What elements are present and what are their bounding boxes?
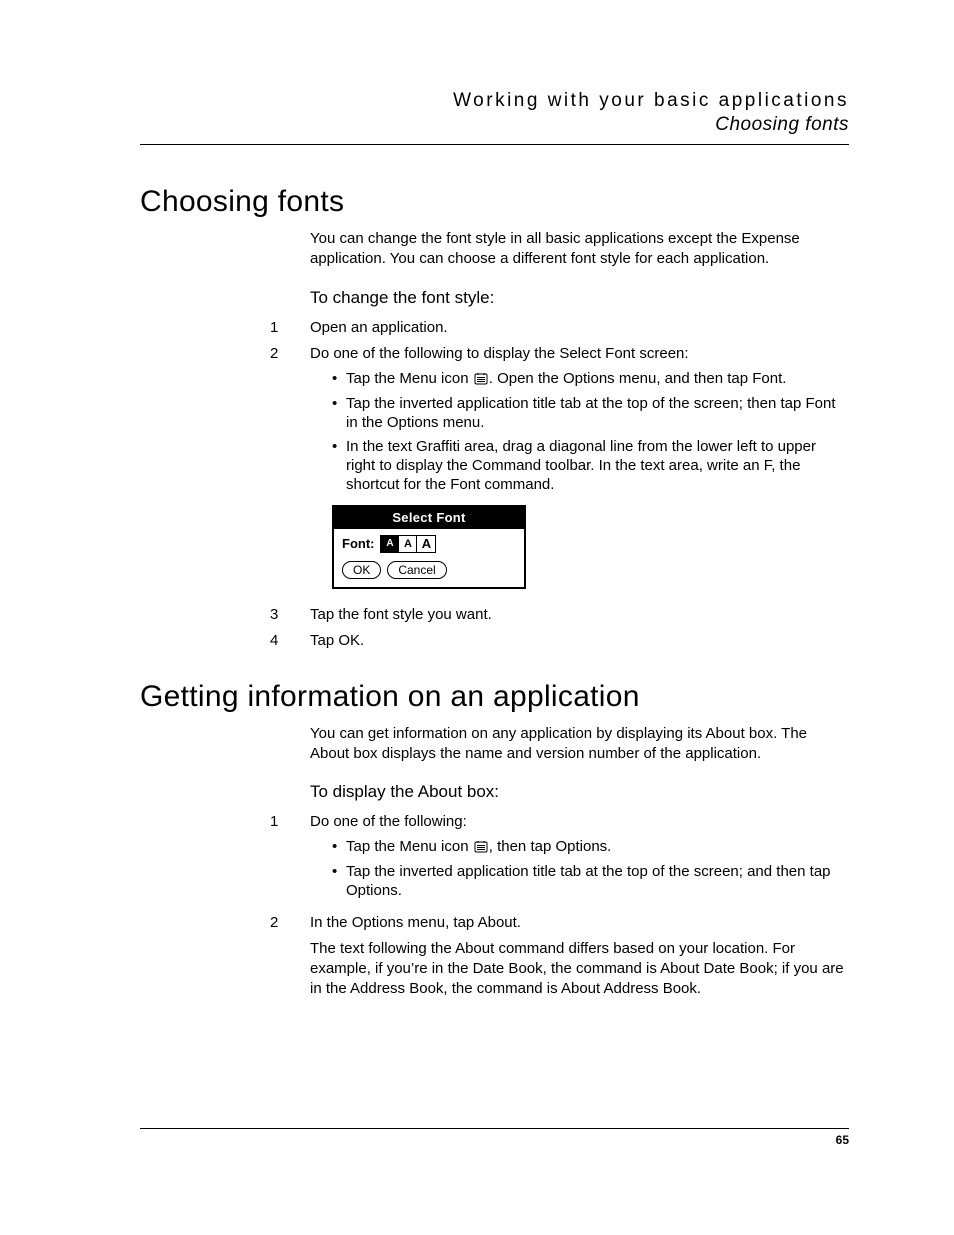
section1-intro: You can change the font style in all bas… — [310, 229, 849, 270]
step-text: Do one of the following: — [310, 813, 467, 830]
bullet-text: Tap the Menu icon — [346, 370, 473, 387]
step-body: In the Options menu, tap About. The text… — [310, 913, 849, 1000]
step: 3 Tap the font style you want. — [270, 605, 849, 625]
step-body: Tap the font style you want. — [310, 605, 849, 625]
step: 2 Do one of the following to display the… — [270, 344, 849, 599]
font-label: Font: — [342, 535, 374, 553]
step-explanation: The text following the About command dif… — [310, 939, 849, 1000]
list-item: Tap the inverted application title tab a… — [332, 863, 849, 901]
section-heading-choosing-fonts: Choosing fonts — [140, 185, 849, 219]
bullet-text: Tap the Menu icon — [346, 838, 473, 855]
list-item: Tap the Menu icon , then tap Options. — [332, 838, 849, 857]
font-options: A A A — [380, 535, 436, 553]
step-body: Tap OK. — [310, 631, 849, 651]
bullet-list: Tap the Menu icon , then tap Options. Ta… — [332, 838, 849, 900]
step-number: 1 — [270, 318, 310, 338]
section-heading-getting-info: Getting information on an application — [140, 680, 849, 714]
step-body: Do one of the following to display the S… — [310, 344, 849, 599]
footer-rule — [140, 1128, 849, 1129]
bullet-text: . Open the Options menu, and then tap Fo… — [489, 370, 787, 387]
step-number: 3 — [270, 605, 310, 625]
step-text: Do one of the following to display the S… — [310, 345, 689, 362]
font-option-small[interactable]: A — [381, 536, 399, 552]
page-footer: 65 — [140, 1128, 849, 1147]
step: 4 Tap OK. — [270, 631, 849, 651]
select-font-dialog: Select Font Font: A A A OK Can — [332, 505, 526, 590]
step-text: In the Options menu, tap About. — [310, 914, 521, 931]
cancel-button[interactable]: Cancel — [387, 561, 446, 579]
step: 2 In the Options menu, tap About. The te… — [270, 913, 849, 1000]
font-option-medium[interactable]: A — [399, 536, 417, 552]
ok-button[interactable]: OK — [342, 561, 381, 579]
section2-subhead: To display the About box: — [310, 782, 849, 802]
step-number: 1 — [270, 812, 310, 907]
step-body: Do one of the following: Tap the Menu ic… — [310, 812, 849, 907]
font-row: Font: A A A — [342, 535, 516, 553]
section2-steps: 1 Do one of the following: Tap the Menu … — [270, 812, 849, 1000]
bullet-text: , then tap Options. — [489, 838, 612, 855]
menu-icon — [474, 372, 488, 385]
running-head-chapter: Working with your basic applications — [140, 90, 849, 112]
step-number: 2 — [270, 344, 310, 599]
step-body: Open an application. — [310, 318, 849, 338]
font-option-large[interactable]: A — [417, 536, 435, 552]
step: 1 Do one of the following: Tap the Menu … — [270, 812, 849, 907]
step-number: 4 — [270, 631, 310, 651]
dialog-buttons: OK Cancel — [342, 561, 516, 579]
bullet-list: Tap the Menu icon . Open the Options men… — [332, 370, 849, 495]
list-item: Tap the inverted application title tab a… — [332, 395, 849, 433]
page-number: 65 — [140, 1133, 849, 1147]
running-head-section: Choosing fonts — [140, 114, 849, 136]
menu-icon — [474, 840, 488, 853]
dialog-title: Select Font — [334, 507, 524, 530]
section1-subhead: To change the font style: — [310, 288, 849, 308]
header-rule — [140, 144, 849, 145]
step: 1 Open an application. — [270, 318, 849, 338]
running-head: Working with your basic applications Cho… — [140, 90, 849, 136]
step-number: 2 — [270, 913, 310, 1000]
section1-steps: 1 Open an application. 2 Do one of the f… — [270, 318, 849, 652]
list-item: Tap the Menu icon . Open the Options men… — [332, 370, 849, 389]
section2-intro: You can get information on any applicati… — [310, 724, 849, 765]
page: Working with your basic applications Cho… — [0, 0, 954, 1235]
list-item: In the text Graffiti area, drag a diagon… — [332, 438, 849, 494]
dialog-body: Font: A A A OK Cancel — [334, 529, 524, 587]
